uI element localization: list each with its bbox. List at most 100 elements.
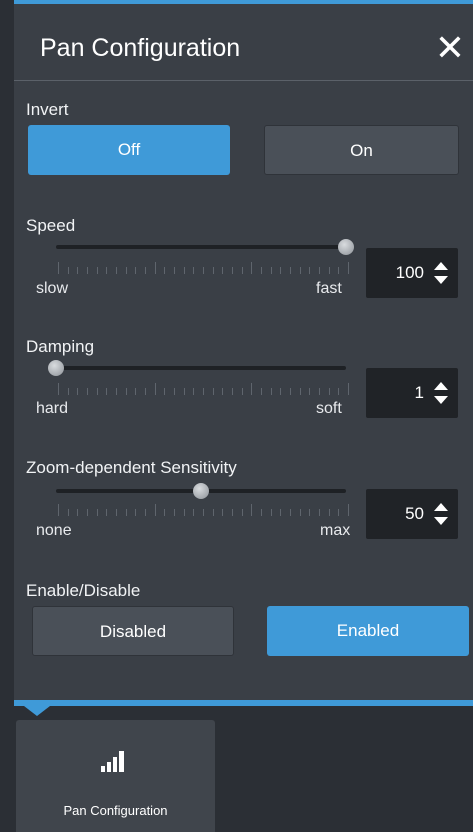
- zoom-sensitivity-slider-thumb[interactable]: [193, 483, 209, 499]
- slider-tick: [58, 504, 59, 516]
- slider-tick: [300, 388, 301, 395]
- slider-tick: [242, 388, 243, 395]
- slider-tick: [184, 267, 185, 274]
- panel-header: Pan Configuration ✕: [14, 4, 473, 81]
- slider-tick: [164, 388, 165, 395]
- slider-tick: [319, 267, 320, 274]
- slider-tick: [290, 509, 291, 516]
- slider-tick: [213, 388, 214, 395]
- slider-tick: [97, 509, 98, 516]
- slider-tick: [338, 388, 339, 395]
- slider-tick: [155, 262, 156, 274]
- slider-tick: [300, 509, 301, 516]
- slider-tick: [329, 267, 330, 274]
- invert-label: Invert: [26, 100, 69, 119]
- slider-tick: [271, 388, 272, 395]
- slider-tick: [222, 267, 223, 274]
- damping-slider[interactable]: [48, 360, 346, 376]
- speed-min-label: slow: [36, 280, 69, 297]
- enabled-button[interactable]: Enabled: [267, 606, 469, 656]
- slider-tick: [309, 388, 310, 395]
- slider-tick: [184, 509, 185, 516]
- zoom-sensitivity-label: Zoom-dependent Sensitivity: [26, 458, 237, 477]
- slider-tick: [290, 388, 291, 395]
- speed-max-label: fast: [316, 280, 342, 297]
- slider-tick: [251, 262, 252, 274]
- slider-tick: [87, 388, 88, 395]
- slider-tick: [155, 504, 156, 516]
- slider-tick: [164, 267, 165, 274]
- slider-tick: [309, 267, 310, 274]
- stepper-arrows-icon[interactable]: [434, 262, 448, 284]
- slider-tick: [145, 509, 146, 516]
- stepper-arrows-icon[interactable]: [434, 503, 448, 525]
- zoom-sensitivity-min-label: none: [36, 522, 72, 539]
- slider-tick: [145, 267, 146, 274]
- slider-tick: [338, 509, 339, 516]
- slider-tick: [232, 509, 233, 516]
- slider-tick: [222, 509, 223, 516]
- slider-tick: [106, 388, 107, 395]
- slider-tick: [348, 262, 349, 274]
- dock-item-pan-configuration[interactable]: Pan Configuration: [16, 720, 215, 832]
- slider-tick: [261, 388, 262, 395]
- zoom-sensitivity-stepper[interactable]: 50: [366, 489, 458, 539]
- slider-tick: [126, 388, 127, 395]
- damping-min-label: hard: [36, 400, 69, 417]
- damping-value[interactable]: 1: [415, 383, 424, 403]
- damping-stepper[interactable]: 1: [366, 368, 458, 418]
- slider-tick: [116, 388, 117, 395]
- slider-tick: [261, 509, 262, 516]
- speed-value[interactable]: 100: [396, 263, 424, 283]
- zoom-sensitivity-slider[interactable]: [56, 483, 346, 499]
- zoom-sensitivity-value[interactable]: 50: [405, 504, 424, 524]
- slider-tick: [174, 267, 175, 274]
- damping-slider-thumb[interactable]: [48, 360, 64, 376]
- signal-bars-icon: [101, 751, 124, 772]
- slider-tick: [309, 509, 310, 516]
- slider-tick: [251, 383, 252, 395]
- invert-on-button[interactable]: On: [264, 125, 459, 175]
- active-indicator: [24, 706, 50, 716]
- close-icon[interactable]: ✕: [435, 30, 465, 66]
- speed-slider-thumb[interactable]: [338, 239, 354, 255]
- speed-label: Speed: [26, 216, 76, 235]
- stepper-arrows-icon[interactable]: [434, 382, 448, 404]
- slider-tick: [87, 509, 88, 516]
- invert-off-button[interactable]: Off: [28, 125, 230, 175]
- slider-tick: [193, 509, 194, 516]
- damping-max-label: soft: [316, 400, 342, 417]
- slider-tick: [242, 509, 243, 516]
- slider-tick: [338, 267, 339, 274]
- slider-tick: [329, 388, 330, 395]
- speed-stepper[interactable]: 100: [366, 248, 458, 298]
- slider-tick: [319, 509, 320, 516]
- slider-tick: [68, 388, 69, 395]
- pan-configuration-panel: Pan Configuration ✕ Invert Off On Speed …: [14, 0, 473, 700]
- disabled-button[interactable]: Disabled: [32, 606, 234, 656]
- slider-tick: [193, 267, 194, 274]
- slider-tick: [106, 267, 107, 274]
- slider-tick: [329, 509, 330, 516]
- slider-tick: [174, 388, 175, 395]
- slider-tick: [271, 509, 272, 516]
- slider-tick: [184, 388, 185, 395]
- speed-ticks: [58, 262, 349, 274]
- slider-tick: [213, 267, 214, 274]
- slider-tick: [126, 267, 127, 274]
- slider-tick: [319, 388, 320, 395]
- slider-tick: [155, 383, 156, 395]
- slider-tick: [77, 388, 78, 395]
- slider-tick: [232, 267, 233, 274]
- slider-tick: [87, 267, 88, 274]
- slider-tick: [135, 509, 136, 516]
- slider-tick: [58, 383, 59, 395]
- dock-item-label: Pan Configuration: [63, 803, 168, 818]
- damping-ticks: [58, 383, 349, 395]
- slider-tick: [97, 267, 98, 274]
- zoom-sensitivity-ticks: [58, 504, 349, 516]
- slider-tick: [116, 267, 117, 274]
- speed-slider[interactable]: [56, 239, 354, 255]
- slider-tick: [271, 267, 272, 274]
- slider-tick: [222, 388, 223, 395]
